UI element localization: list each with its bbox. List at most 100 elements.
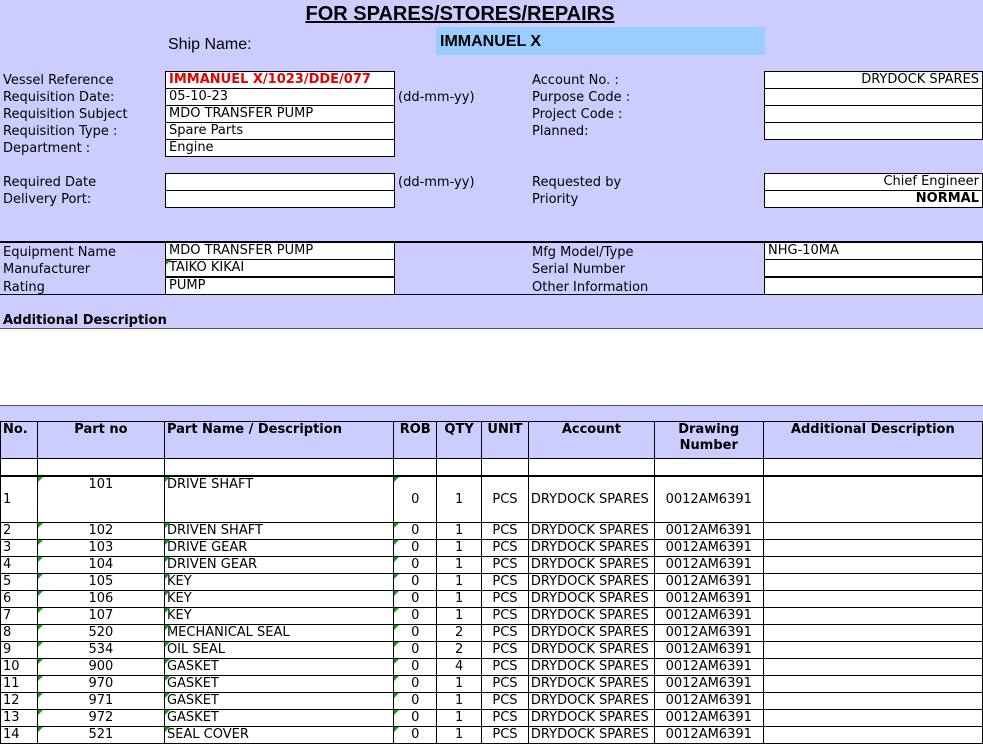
cell-rob[interactable]: 0 — [393, 692, 438, 710]
table-row[interactable]: 1 101 DRIVE SHAFT 0 1 PCS DRYDOCK SPARES 0012AM… — [0, 475, 983, 523]
cell-additional[interactable] — [762, 475, 983, 523]
cell-unit[interactable]: PCS — [481, 607, 529, 625]
cell-part-no[interactable]: 971 — [36, 692, 165, 710]
table-row[interactable]: 6 106 KEY 0 1 PCS DRYDOCK SPARES 0012AM6391 — [0, 590, 983, 608]
cell-qty[interactable]: 1 — [436, 556, 483, 574]
cell-drawing[interactable]: 0012AM6391 — [653, 590, 764, 608]
cell-unit[interactable]: PCS — [481, 590, 529, 608]
cell-part-name[interactable]: GASKET — [163, 658, 395, 676]
cell-part-name[interactable]: OIL SEAL — [163, 641, 395, 659]
cell-rob[interactable]: 0 — [393, 590, 438, 608]
cell-part-no[interactable]: 101 — [36, 475, 165, 523]
cell-rob[interactable]: 0 — [393, 641, 438, 659]
cell-rob[interactable]: 0 — [393, 709, 438, 727]
cell-no[interactable]: 13 — [0, 709, 38, 727]
priority-field[interactable]: NORMAL — [764, 190, 983, 208]
cell-no[interactable]: 2 — [0, 522, 38, 540]
cell-no[interactable]: 11 — [0, 675, 38, 693]
cell-no[interactable]: 14 — [0, 726, 38, 744]
cell-account[interactable]: DRYDOCK SPARES — [527, 607, 655, 625]
cell-unit[interactable]: PCS — [481, 641, 529, 659]
cell-no[interactable]: 8 — [0, 624, 38, 642]
cell-part-name[interactable]: MECHANICAL SEAL — [163, 624, 395, 642]
cell-drawing[interactable]: 0012AM6391 — [653, 522, 764, 540]
cell-account[interactable]: DRYDOCK SPARES — [527, 475, 655, 523]
serial-field[interactable] — [764, 259, 983, 277]
cell-drawing[interactable]: 0012AM6391 — [653, 675, 764, 693]
cell-drawing[interactable]: 0012AM6391 — [653, 539, 764, 557]
cell-additional[interactable] — [762, 641, 983, 659]
cell-qty[interactable]: 1 — [436, 692, 483, 710]
cell-drawing[interactable]: 0012AM6391 — [653, 624, 764, 642]
cell-no[interactable]: 3 — [0, 539, 38, 557]
cell-account[interactable]: DRYDOCK SPARES — [527, 522, 655, 540]
cell-unit[interactable]: PCS — [481, 539, 529, 557]
cell-part-name[interactable]: KEY — [163, 607, 395, 625]
cell-rob[interactable]: 0 — [393, 539, 438, 557]
cell-additional[interactable] — [762, 692, 983, 710]
cell-drawing[interactable]: 0012AM6391 — [653, 573, 764, 591]
cell-qty[interactable]: 1 — [436, 709, 483, 727]
table-row[interactable]: 13 972 GASKET 0 1 PCS DRYDOCK SPARES 0012AM6391 — [0, 709, 983, 727]
rating-field[interactable]: PUMP — [165, 277, 395, 295]
cell-additional[interactable] — [762, 522, 983, 540]
cell-part-no[interactable]: 534 — [36, 641, 165, 659]
cell-part-no[interactable]: 520 — [36, 624, 165, 642]
cell-part-no[interactable]: 106 — [36, 590, 165, 608]
cell-no[interactable]: 6 — [0, 590, 38, 608]
account-no-field[interactable]: DRYDOCK SPARES — [764, 71, 983, 89]
vessel-reference-field[interactable]: IMMANUEL X/1023/DDE/077 — [165, 71, 395, 89]
cell-unit[interactable]: PCS — [481, 675, 529, 693]
cell-part-name[interactable]: GASKET — [163, 709, 395, 727]
cell-part-no[interactable]: 105 — [36, 573, 165, 591]
ship-name-field[interactable]: IMMANUEL X — [436, 27, 765, 55]
cell-rob[interactable]: 0 — [393, 556, 438, 574]
cell-account[interactable]: DRYDOCK SPARES — [527, 641, 655, 659]
cell-unit[interactable]: PCS — [481, 475, 529, 523]
cell-account[interactable]: DRYDOCK SPARES — [527, 590, 655, 608]
cell-qty[interactable]: 1 — [436, 522, 483, 540]
cell-account[interactable]: DRYDOCK SPARES — [527, 624, 655, 642]
cell-unit[interactable]: PCS — [481, 522, 529, 540]
other-info-field[interactable] — [764, 277, 983, 295]
cell-account[interactable]: DRYDOCK SPARES — [527, 692, 655, 710]
cell-qty[interactable]: 1 — [436, 539, 483, 557]
requisition-date-field[interactable]: 05-10-23 — [165, 88, 395, 106]
cell-part-no[interactable]: 104 — [36, 556, 165, 574]
cell-rob[interactable]: 0 — [393, 573, 438, 591]
requisition-type-field[interactable]: Spare Parts — [165, 122, 395, 140]
cell-account[interactable]: DRYDOCK SPARES — [527, 573, 655, 591]
cell-part-name[interactable]: GASKET — [163, 675, 395, 693]
cell-unit[interactable]: PCS — [481, 556, 529, 574]
cell-unit[interactable]: PCS — [481, 692, 529, 710]
cell-part-name[interactable]: DRIVE SHAFT — [163, 475, 395, 523]
cell-unit[interactable]: PCS — [481, 573, 529, 591]
table-row[interactable]: 8 520 MECHANICAL SEAL 0 2 PCS DRYDOCK SPARES 00… — [0, 624, 983, 642]
table-row[interactable]: 11 970 GASKET 0 1 PCS DRYDOCK SPARES 0012AM6391 — [0, 675, 983, 693]
cell-part-name[interactable]: DRIVE GEAR — [163, 539, 395, 557]
cell-qty[interactable]: 1 — [436, 726, 483, 744]
table-row[interactable]: 9 534 OIL SEAL 0 2 PCS DRYDOCK SPARES 0012AM639… — [0, 641, 983, 659]
cell-rob[interactable]: 0 — [393, 624, 438, 642]
cell-additional[interactable] — [762, 726, 983, 744]
cell-drawing[interactable]: 0012AM6391 — [653, 709, 764, 727]
cell-part-no[interactable]: 521 — [36, 726, 165, 744]
cell-drawing[interactable]: 0012AM6391 — [653, 726, 764, 744]
delivery-port-field[interactable] — [165, 190, 395, 208]
cell-no[interactable]: 5 — [0, 573, 38, 591]
cell-additional[interactable] — [762, 573, 983, 591]
additional-description-area[interactable] — [0, 328, 983, 406]
cell-additional[interactable] — [762, 607, 983, 625]
cell-unit[interactable]: PCS — [481, 658, 529, 676]
project-code-field[interactable] — [764, 105, 983, 123]
cell-rob[interactable]: 0 — [393, 675, 438, 693]
cell-rob[interactable]: 0 — [393, 475, 438, 523]
planned-field[interactable] — [764, 122, 983, 140]
cell-account[interactable]: DRYDOCK SPARES — [527, 709, 655, 727]
cell-drawing[interactable]: 0012AM6391 — [653, 556, 764, 574]
cell-qty[interactable]: 1 — [436, 475, 483, 523]
cell-qty[interactable]: 1 — [436, 590, 483, 608]
cell-part-name[interactable]: KEY — [163, 590, 395, 608]
table-row[interactable]: 3 103 DRIVE GEAR 0 1 PCS DRYDOCK SPARES 0012AM6… — [0, 539, 983, 557]
cell-part-no[interactable]: 900 — [36, 658, 165, 676]
